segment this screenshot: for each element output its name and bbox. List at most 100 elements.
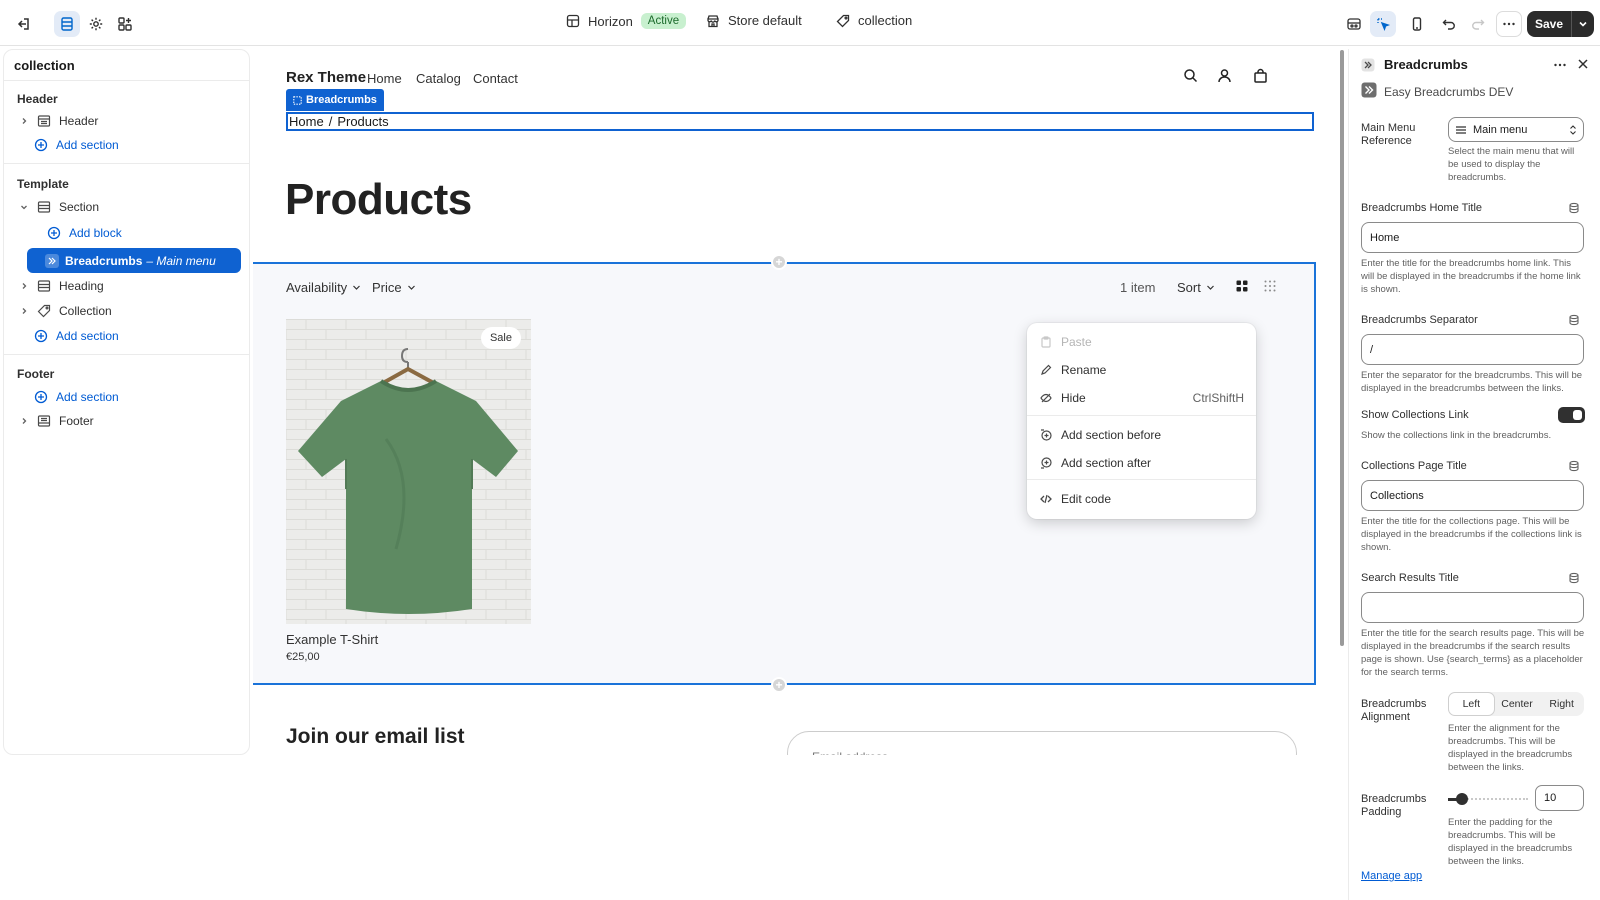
chevron-down-icon[interactable] xyxy=(17,203,31,211)
alignment-segmented-control: Left Center Right xyxy=(1448,692,1584,716)
sidebar-item-label: Section xyxy=(59,200,100,214)
divider xyxy=(4,80,249,81)
sections-icon[interactable] xyxy=(54,11,80,37)
dynamic-source-icon[interactable] xyxy=(1568,314,1580,326)
chevron-right-icon[interactable] xyxy=(17,282,31,290)
slider-handle[interactable] xyxy=(1456,793,1468,805)
alignment-option-left[interactable]: Left xyxy=(1448,692,1495,716)
sort-dropdown[interactable]: Sort xyxy=(1177,280,1215,295)
preview-scrollbar[interactable] xyxy=(1339,50,1345,750)
manage-app-link[interactable]: Manage app xyxy=(1361,870,1422,882)
code-icon xyxy=(1039,493,1053,505)
panel-title: Breadcrumbs xyxy=(1384,57,1468,72)
selected-block-tag[interactable]: Breadcrumbs xyxy=(286,89,384,111)
search-title-input[interactable] xyxy=(1361,592,1584,623)
dynamic-source-icon[interactable] xyxy=(1568,572,1580,584)
preview-inspector-icon[interactable] xyxy=(1341,11,1367,37)
sidebar-item-footer[interactable]: Footer xyxy=(17,409,94,433)
padding-slider[interactable] xyxy=(1448,793,1528,805)
alignment-option-right[interactable]: Right xyxy=(1539,692,1584,716)
nav-link-contact[interactable]: Contact xyxy=(473,71,518,86)
newsletter-email-input[interactable]: Email address xyxy=(787,731,1297,755)
sidebar-item-sublabel: – Main menu xyxy=(146,253,216,268)
chevron-right-icon[interactable] xyxy=(17,417,31,425)
menu-item-paste[interactable]: Paste xyxy=(1039,330,1244,354)
add-section-button[interactable]: Add section xyxy=(31,385,119,409)
nav-link-catalog[interactable]: Catalog xyxy=(416,71,461,86)
account-icon[interactable] xyxy=(1217,68,1232,83)
search-title-help: Enter the title for the search results p… xyxy=(1361,628,1585,678)
more-options-icon[interactable] xyxy=(1553,60,1567,70)
main-menu-select[interactable]: Main menu xyxy=(1448,117,1584,142)
more-options-icon[interactable] xyxy=(1496,11,1522,37)
search-icon[interactable] xyxy=(1183,68,1198,83)
collections-title-input[interactable]: Collections xyxy=(1361,480,1584,511)
breadcrumb-separator: / xyxy=(328,114,333,129)
sidebar-item-collection[interactable]: Collection xyxy=(17,299,112,323)
padding-number-input[interactable]: 10 xyxy=(1535,785,1584,811)
chevron-right-icon[interactable] xyxy=(17,307,31,315)
sidebar-item-breadcrumbs[interactable]: Breadcrumbs – Main menu xyxy=(27,248,241,273)
menu-item-hide[interactable]: Hide CtrlShiftH xyxy=(1039,386,1244,410)
home-title-help: Enter the title for the breadcrumbs home… xyxy=(1361,258,1581,295)
grid-view-icon[interactable] xyxy=(1236,280,1248,292)
home-title-input[interactable]: Home xyxy=(1361,222,1584,253)
dynamic-source-icon[interactable] xyxy=(1568,460,1580,472)
menu-item-label: Add section before xyxy=(1061,428,1162,442)
undo-icon[interactable] xyxy=(1436,11,1462,37)
insert-section-plus-icon[interactable]: + xyxy=(771,254,787,270)
theme-selector[interactable]: Horizon Active xyxy=(566,13,687,29)
save-options-chevron-down-icon[interactable] xyxy=(1572,11,1594,37)
redo-icon[interactable] xyxy=(1465,11,1491,37)
inspector-cursor-icon[interactable] xyxy=(1370,11,1396,37)
toggle-knob xyxy=(1573,410,1582,420)
exit-icon[interactable] xyxy=(10,11,36,37)
alignment-option-center[interactable]: Center xyxy=(1495,692,1540,716)
store-logo[interactable]: Rex Theme xyxy=(286,69,366,86)
section-icon xyxy=(34,279,54,293)
theme-settings-gear-icon[interactable] xyxy=(83,11,109,37)
breadcrumbs-block[interactable]: Home / Products xyxy=(286,112,1314,131)
padding-help: Enter the padding for the breadcrumbs. T… xyxy=(1448,817,1573,867)
store-selector[interactable]: Store default xyxy=(706,13,802,28)
show-collections-toggle[interactable] xyxy=(1558,407,1585,423)
template-selector[interactable]: collection xyxy=(836,13,912,28)
sidebar-item-label: Breadcrumbs xyxy=(65,253,143,268)
chevron-right-icon[interactable] xyxy=(17,117,31,125)
dynamic-source-icon[interactable] xyxy=(1568,202,1580,214)
add-block-button[interactable]: Add block xyxy=(44,221,122,245)
filter-price[interactable]: Price xyxy=(372,280,416,295)
insert-section-plus-icon[interactable]: + xyxy=(771,677,787,693)
group-header-label: Header xyxy=(17,92,58,106)
sidebar-title: collection xyxy=(14,58,75,73)
filter-label: Availability xyxy=(286,280,348,295)
add-section-button[interactable]: Add section xyxy=(31,133,119,157)
product-title[interactable]: Example T-Shirt xyxy=(286,632,378,647)
cart-bag-icon[interactable] xyxy=(1253,68,1268,83)
sidebar-item-heading[interactable]: Heading xyxy=(17,274,104,298)
breadcrumb-home[interactable]: Home xyxy=(289,114,324,129)
nav-link-home[interactable]: Home xyxy=(367,71,402,86)
mobile-view-icon[interactable] xyxy=(1404,11,1430,37)
sidebar-item-section[interactable]: Section xyxy=(17,195,99,219)
menu-item-add-section-after[interactable]: Add section after xyxy=(1039,451,1244,475)
add-section-button[interactable]: Add section xyxy=(31,324,119,348)
filter-availability[interactable]: Availability xyxy=(286,280,361,295)
sidebar-item-header[interactable]: Header xyxy=(17,109,98,133)
block-settings-panel: Breadcrumbs Easy Breadcrumbs DEV Main Me… xyxy=(1348,49,1597,900)
main-menu-label: Main Menu Reference xyxy=(1361,122,1416,147)
select-arrows-icon xyxy=(1569,124,1577,136)
top-bar: Horizon Active Store default collection … xyxy=(0,0,1600,46)
scrollbar-thumb[interactable] xyxy=(1340,50,1344,646)
menu-item-rename[interactable]: Rename xyxy=(1039,358,1244,382)
clipboard-icon xyxy=(1039,336,1053,348)
product-image-tshirt[interactable]: Sale xyxy=(286,319,531,624)
app-embeds-icon[interactable] xyxy=(112,11,138,37)
menu-item-edit-code[interactable]: Edit code xyxy=(1039,487,1244,511)
menu-item-add-section-before[interactable]: Add section before xyxy=(1039,423,1244,447)
dense-grid-view-icon[interactable] xyxy=(1264,280,1276,292)
separator-input[interactable]: / xyxy=(1361,334,1584,365)
close-icon[interactable] xyxy=(1577,58,1589,70)
save-button[interactable]: Save xyxy=(1527,11,1572,37)
menu-item-label: Edit code xyxy=(1061,492,1112,506)
